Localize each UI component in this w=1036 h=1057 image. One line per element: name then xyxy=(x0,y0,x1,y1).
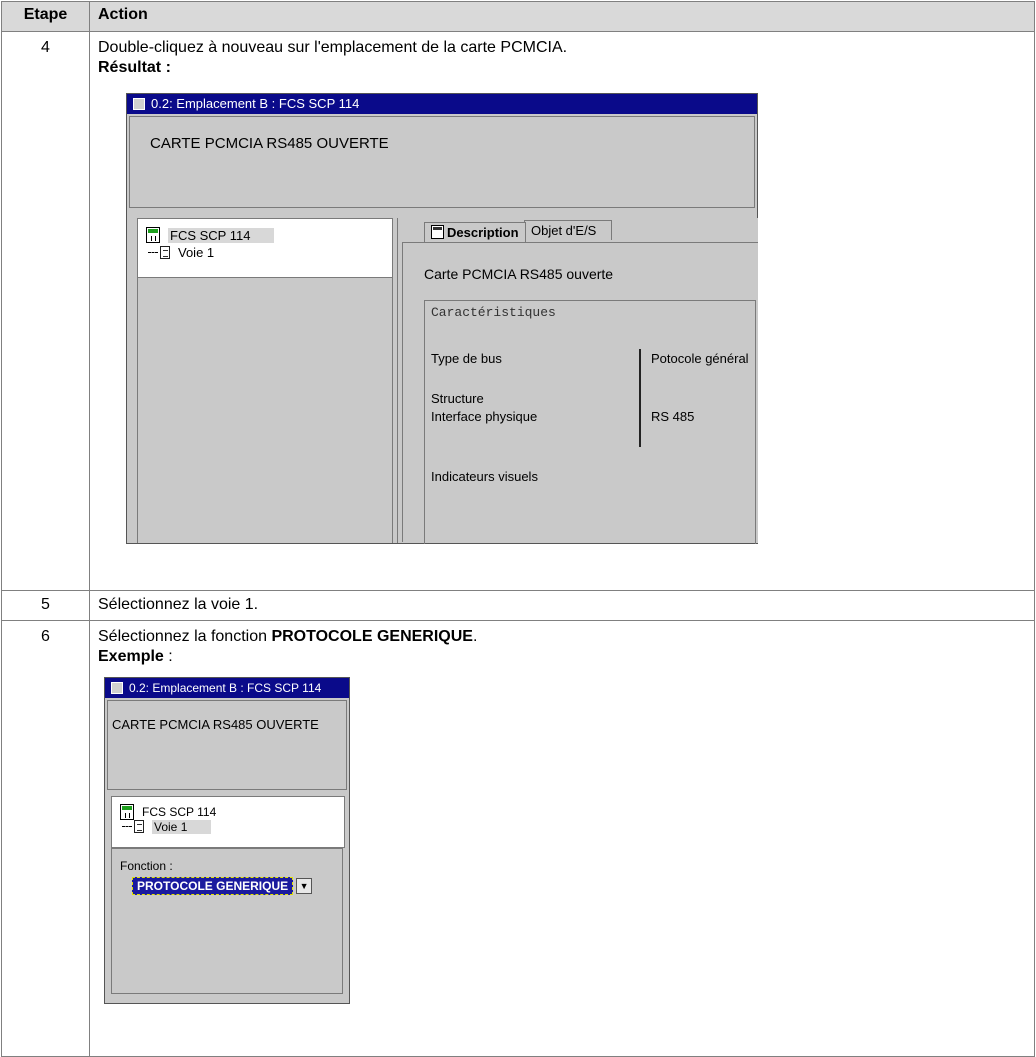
group-title: Caractéristiques xyxy=(431,305,556,320)
table-row-step-6: 6 Sélectionnez la fonction PROTOCOLE GEN… xyxy=(1,620,1035,1057)
module-icon xyxy=(146,227,160,243)
channel-icon xyxy=(148,245,170,260)
module-icon xyxy=(120,804,134,820)
tab-description-label: Description xyxy=(447,225,519,240)
table-row-step-5: 5 Sélectionnez la voie 1. xyxy=(1,590,1035,621)
window-system-icon xyxy=(133,98,145,110)
characteristics-group: Caractéristiques Type de bus Potocole gé… xyxy=(424,300,756,544)
tab-panel: Description Objet d'E/S Carte PCMCIA RS4… xyxy=(397,218,758,544)
step-number: 4 xyxy=(1,31,90,591)
structure-label: Structure xyxy=(431,391,484,406)
module-banner: CARTE PCMCIA RS485 OUVERTE xyxy=(129,116,755,208)
tree-item-channel[interactable]: Voie 1 xyxy=(122,820,344,834)
module-banner-text: CARTE PCMCIA RS485 OUVERTE xyxy=(150,135,389,152)
module-banner: CARTE PCMCIA RS485 OUVERTE xyxy=(107,700,347,790)
window-title: 0.2: Emplacement B : FCS SCP 114 xyxy=(151,96,360,111)
tree-channel-label: Voie 1 xyxy=(152,820,212,834)
window-title: 0.2: Emplacement B : FCS SCP 114 xyxy=(129,681,322,695)
tree-item-module[interactable]: FCS SCP 114 xyxy=(146,227,392,243)
table-row-step-4: 4 Double-cliquez à nouveau sur l'emplace… xyxy=(1,31,1035,591)
table-header-row: Etape Action xyxy=(1,1,1035,32)
tab-frame-left xyxy=(402,242,403,542)
function-select[interactable]: PROTOCOLE GENERIQUE ▼ xyxy=(132,877,313,895)
instruction-suffix: . xyxy=(472,628,478,645)
instruction-text: Sélectionnez la voie 1. xyxy=(89,590,1035,621)
instruction-text: Sélectionnez la fonction PROTOCOLE GENER… xyxy=(98,627,1026,647)
step-number: 5 xyxy=(1,590,90,621)
header-etape: Etape xyxy=(1,1,90,32)
result-label: Résultat : xyxy=(98,59,171,76)
bus-type-label: Type de bus xyxy=(431,351,502,366)
description-tab-icon xyxy=(431,225,444,239)
screenshot-window-example: 0.2: Emplacement B : FCS SCP 114 CARTE P… xyxy=(104,677,350,1004)
module-banner-text: CARTE PCMCIA RS485 OUVERTE xyxy=(112,717,319,732)
action-cell: Double-cliquez à nouveau sur l'emplaceme… xyxy=(89,31,1035,591)
interface-label: Interface physique xyxy=(431,409,538,424)
visual-indicators-label: Indicateurs visuels xyxy=(431,469,538,484)
example-suffix: : xyxy=(163,648,173,665)
action-cell: Sélectionnez la fonction PROTOCOLE GENER… xyxy=(89,620,1035,1057)
tab-io-objects[interactable]: Objet d'E/S xyxy=(524,220,612,240)
screenshot-window-result: 0.2: Emplacement B : FCS SCP 114 CARTE P… xyxy=(126,93,758,544)
window-title-bar: 0.2: Emplacement B : FCS SCP 114 xyxy=(127,94,757,114)
function-select-value: PROTOCOLE GENERIQUE xyxy=(132,877,294,895)
card-title: Carte PCMCIA RS485 ouverte xyxy=(424,266,614,282)
tab-description[interactable]: Description xyxy=(424,222,526,242)
tree-channel-label: Voie 1 xyxy=(178,245,215,260)
window-title-bar: 0.2: Emplacement B : FCS SCP 114 xyxy=(105,678,349,698)
example-label: Exemple xyxy=(98,648,164,665)
step-number: 6 xyxy=(1,620,90,1057)
chevron-down-icon[interactable]: ▼ xyxy=(296,878,313,894)
tree-item-module[interactable]: FCS SCP 114 xyxy=(120,804,344,820)
tree-lower-pane xyxy=(137,278,393,543)
function-name: PROTOCOLE GENERIQUE xyxy=(271,628,473,645)
bus-type-value: Potocole général xyxy=(651,351,749,366)
procedure-table: Etape Action 4 Double-cliquez à nouveau … xyxy=(1,1,1035,1057)
function-panel: Fonction : PROTOCOLE GENERIQUE ▼ xyxy=(111,848,343,994)
channel-icon xyxy=(122,820,144,834)
tree-module-label: FCS SCP 114 xyxy=(168,227,275,243)
function-label: Fonction : xyxy=(120,859,173,873)
interface-value: RS 485 xyxy=(651,409,695,424)
instruction-text: Double-cliquez à nouveau sur l'emplaceme… xyxy=(98,39,568,56)
header-action: Action xyxy=(89,1,1035,32)
tree-item-channel[interactable]: Voie 1 xyxy=(148,245,392,260)
module-tree: FCS SCP 114 Voie 1 xyxy=(111,796,345,848)
column-divider xyxy=(639,349,641,447)
tab-io-label: Objet d'E/S xyxy=(531,223,597,238)
window-system-icon xyxy=(111,682,123,694)
tree-module-label: FCS SCP 114 xyxy=(142,805,217,819)
module-tree: FCS SCP 114 Voie 1 xyxy=(137,218,393,278)
instruction-prefix: Sélectionnez la fonction xyxy=(98,628,272,645)
